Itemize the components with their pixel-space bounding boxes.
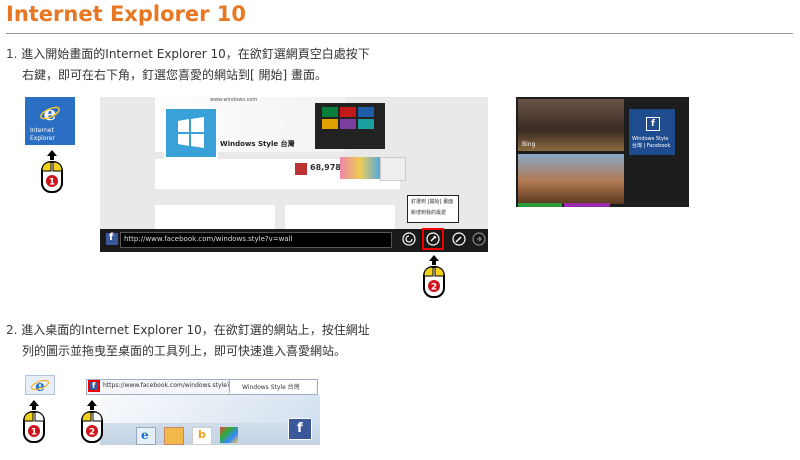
facebook-tile-icon: f [646,117,660,131]
desktop-address-bar[interactable]: f https://www.facebook.com/windows.style… [86,379,318,395]
pin-context-menu: 釘選到 [開始] 畫面 新增到我的最愛 [407,195,459,223]
site-header-text: www.windows.com [210,97,258,103]
facebook-favicon-icon: f [106,232,118,245]
menu-pin-to-start[interactable]: 釘選到 [開始] 畫面 [408,196,458,207]
ie10-metro-browser: www.windows.com Windows Style 台灣 68,978 … [100,97,488,252]
menu-add-favorite[interactable]: 新增到我的最愛 [408,207,458,218]
badge-1b: 1 [31,428,37,438]
windows-logo-icon [164,107,218,159]
step1-line1: 進入開始畫面的Internet Explorer 10，在欲釘選網頁空白處按下 [21,47,370,61]
ie-tile-label1: Internet [30,127,54,134]
dragged-facebook-icon: f [288,418,312,440]
photo-tile[interactable] [518,154,624,204]
browser-tab[interactable]: Windows Style 台灣 [229,380,316,393]
step2-line2: 列的圖示並拖曳至桌面的工具列上，即可快速進入喜愛網站。 [22,344,347,358]
taskbar-ie-icon[interactable]: e [136,427,156,445]
mouse-right-click-icon-2: 2 [423,255,445,298]
badge-2b: 2 [89,428,95,438]
forward-icon[interactable] [472,232,486,246]
page-title: Internet Explorer 10 [6,2,246,26]
likes-count: 68,978 [310,163,341,172]
url-bar[interactable]: http://www.facebook.com/windows.style?v=… [120,232,392,248]
start-screen-tiles: Bing f Windows Style 台灣 | Facebook [516,97,689,207]
title-divider [6,33,793,34]
badge-1: 1 [49,178,55,188]
fb-page-title: Windows Style 台灣 [220,140,295,148]
ie-tile-label2: Explorer [30,135,55,142]
bing-tile-label: Bing [522,141,536,148]
step2-line1: 進入桌面的Internet Explorer 10，在欲釘選的網站上，按住網址 [21,323,370,337]
step1-line2: 右鍵，即可在右下角，釘選您喜愛的網站到[ 開始] 畫面。 [22,68,327,82]
desktop-ie-button[interactable]: e [25,375,55,395]
facebook-pinned-tile[interactable]: f Windows Style 台灣 | Facebook [629,109,675,155]
url-text: http://www.facebook.com/windows.style?v=… [124,235,293,243]
bing-tile[interactable]: Bing [518,99,624,151]
svg-text:e: e [44,102,57,124]
taskbar-folder-icon[interactable] [164,427,184,445]
ie-logo-icon: e [40,102,60,124]
step1-text: 1. 進入開始畫面的Internet Explorer 10，在欲釘選網頁空白處… [6,44,370,86]
desktop-taskbar: e b f [100,395,320,445]
fb-tile-label1: Windows Style [632,136,669,142]
svg-text:e: e [35,377,45,394]
taskbar-media-icon[interactable]: b [192,427,212,445]
mouse-drag-icon-4: 2 [81,400,103,443]
refresh-icon[interactable] [402,232,416,246]
ie-start-tile[interactable]: e Internet Explorer [25,97,75,145]
fb-tile-label2: 台灣 | Facebook [632,143,671,149]
taskbar-windows-icon[interactable] [220,427,238,443]
tools-wrench-icon[interactable] [452,232,466,246]
step2-number: 2. [6,323,18,337]
pin-button-highlight[interactable] [422,228,444,250]
step2-text: 2. 進入桌面的Internet Explorer 10，在欲釘選的網站上，按住… [6,320,370,362]
mouse-click-icon-3: 1 [23,400,45,443]
badge-2: 2 [431,283,437,293]
favicon-drag-handle[interactable]: f [88,380,100,392]
tab-title: Windows Style 台灣 [242,384,300,391]
pin-icon [426,232,440,246]
mouse-right-click-icon-1: 1 [41,150,63,193]
desktop-url-text: https://www.facebook.com/windows.style?v… [103,382,244,389]
ie-desktop-icon: e [30,377,50,395]
step1-number: 1. [6,47,18,61]
